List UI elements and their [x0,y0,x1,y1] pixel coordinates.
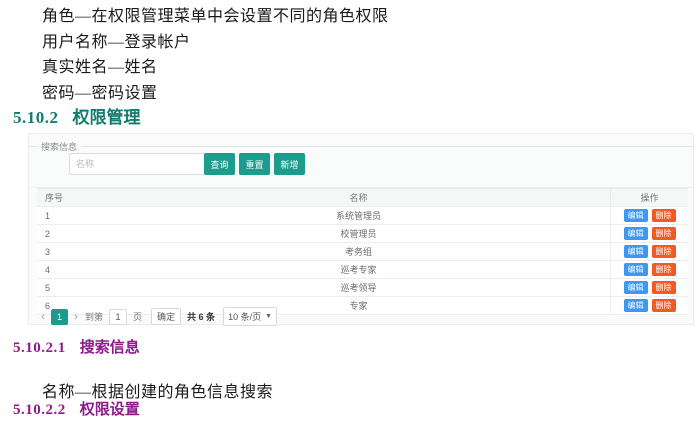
search-legend-row: 搜索信息 [29,140,693,153]
table-header-row: 序号 名称 操作 [37,188,688,207]
delete-button[interactable]: 删除 [652,263,676,276]
intro-paragraphs: 角色—在权限管理菜单中会设置不同的角色权限 用户名称—登录帐户 真实姓名—姓名 … [42,4,389,106]
row-number: 4 [37,265,107,275]
table-row: 4 巡考专家 编辑 删除 [37,261,688,279]
row-actions: 编辑 删除 [610,225,688,242]
header-actions: 操作 [610,189,688,206]
edit-button[interactable]: 编辑 [624,299,648,312]
search-section: 搜索信息 查询 重置 新增 [29,134,693,188]
role-name: 巡考专家 [107,263,610,276]
row-actions: 编辑 删除 [610,207,688,224]
delete-button[interactable]: 删除 [652,227,676,240]
section-title: 权限管理 [73,108,141,127]
section-number: 5.10.2 [13,108,59,127]
row-actions: 编辑 删除 [610,279,688,296]
body-text-line: 用户名称—登录帐户 [42,30,389,56]
body-text-line: 真实姓名—姓名 [42,55,389,81]
row-number: 5 [37,283,107,293]
edit-button[interactable]: 编辑 [624,263,648,276]
edit-button[interactable]: 编辑 [624,245,648,258]
row-actions: 编辑 删除 [610,243,688,260]
total-count-label: 共 6 条 [187,310,215,323]
page-size-select[interactable]: 10 条/页 ▼ [223,307,277,326]
goto-page-input[interactable] [109,309,127,325]
body-text-line: 角色—在权限管理菜单中会设置不同的角色权限 [42,4,389,30]
table-row: 1 系统管理员 编辑 删除 [37,207,688,225]
chevron-down-icon: ▼ [265,313,272,320]
table-row: 5 巡考领导 编辑 删除 [37,279,688,297]
add-button[interactable]: 新增 [274,153,305,175]
goto-label: 到第 [85,310,103,323]
row-actions: 编辑 删除 [610,297,688,314]
role-name: 系统管理员 [107,209,610,222]
delete-button[interactable]: 删除 [652,245,676,258]
page-size-value: 10 条/页 [228,310,261,323]
pagination-bar: ‹ 1 › 到第 页 确定 共 6 条 10 条/页 ▼ [37,307,277,326]
section-heading-permission-settings: 5.10.2.2 权限设置 [13,398,140,419]
edit-button[interactable]: 编辑 [624,227,648,240]
row-number: 3 [37,247,107,257]
next-page-icon[interactable]: › [70,311,82,323]
name-search-input[interactable] [69,153,211,175]
role-name: 巡考领导 [107,281,610,294]
prev-page-icon[interactable]: ‹ [37,311,49,323]
section-heading-permission-management: 5.10.2 权限管理 [13,103,141,128]
role-name: 考务组 [107,245,610,258]
section-number: 5.10.2.1 [13,340,66,356]
divider [81,146,693,147]
delete-button[interactable]: 删除 [652,281,676,294]
divider [29,146,37,147]
roles-table: 序号 名称 操作 1 系统管理员 编辑 删除 2 校管理员 编辑 删除 [37,188,688,315]
query-button[interactable]: 查询 [204,153,235,175]
header-name: 名称 [107,191,610,204]
edit-button[interactable]: 编辑 [624,281,648,294]
search-legend-label: 搜索信息 [37,140,81,153]
edit-button[interactable]: 编辑 [624,209,648,222]
delete-button[interactable]: 删除 [652,209,676,222]
table-row: 3 考务组 编辑 删除 [37,243,688,261]
role-name: 校管理员 [107,227,610,240]
section-number: 5.10.2.2 [13,402,66,418]
table-row: 2 校管理员 编辑 删除 [37,225,688,243]
app-screenshot-panel: 搜索信息 查询 重置 新增 序号 名称 操作 1 系统管理员 编辑 删除 [28,133,694,325]
row-number: 1 [37,211,107,221]
row-number: 2 [37,229,107,239]
header-serial: 序号 [37,191,107,204]
row-actions: 编辑 删除 [610,261,688,278]
section-title: 权限设置 [80,402,140,418]
section-heading-search-info: 5.10.2.1 搜索信息 [13,336,140,357]
delete-button[interactable]: 删除 [652,299,676,312]
goto-unit-label: 页 [133,310,142,323]
reset-button[interactable]: 重置 [239,153,270,175]
section-title: 搜索信息 [80,340,140,356]
page-1-button[interactable]: 1 [51,309,68,325]
confirm-button[interactable]: 确定 [151,308,181,325]
